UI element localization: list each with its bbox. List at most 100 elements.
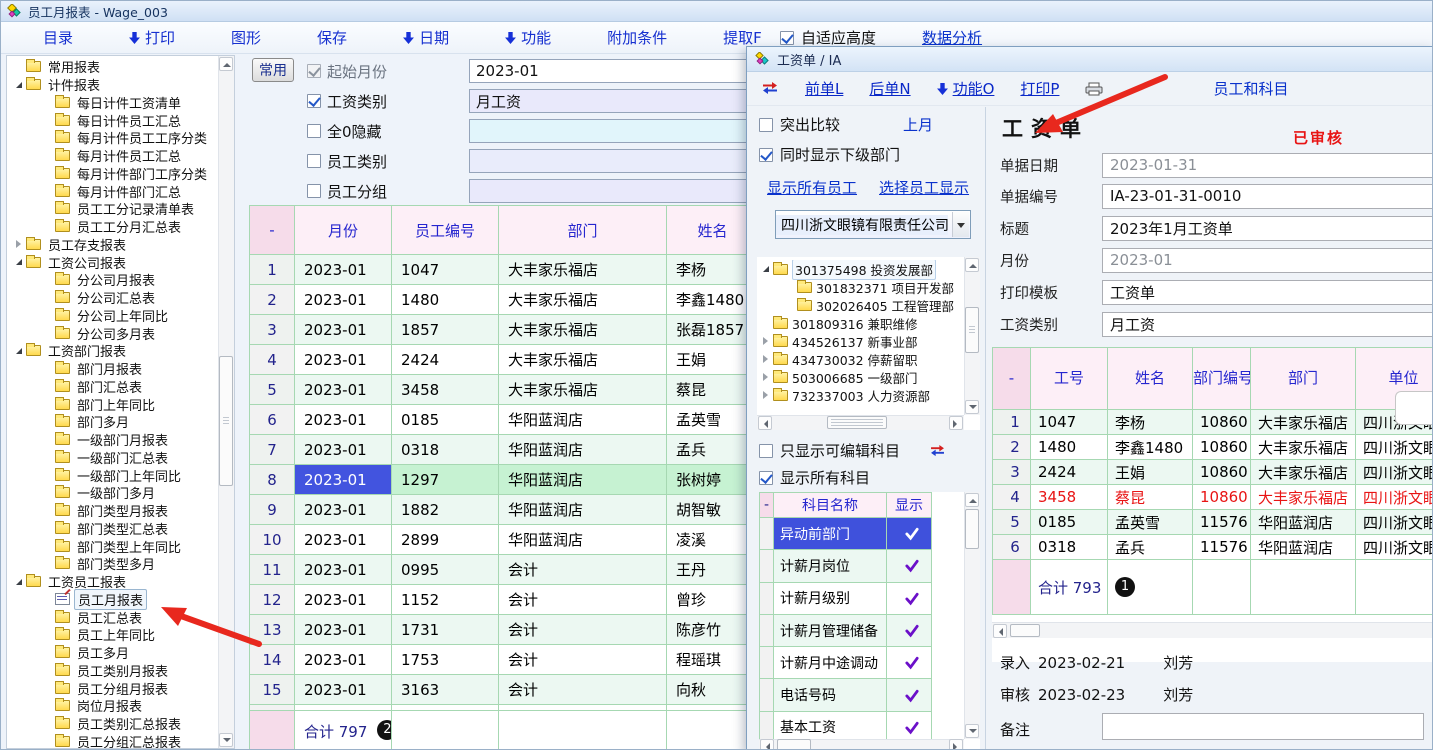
cell[interactable]: 2023-01 [295, 585, 392, 615]
show-sub-dept-toggle[interactable]: 同时显示下级部门 [759, 144, 900, 165]
cell[interactable]: 华阳蓝润店 [499, 435, 667, 465]
tree-item[interactable]: 工资员工报表 [7, 573, 218, 591]
cell[interactable]: 大丰家乐福店 [499, 375, 667, 405]
cell[interactable]: 华阳蓝润店 [499, 465, 667, 495]
cell[interactable]: 2023-01 [295, 315, 392, 345]
show-all-employees-link[interactable]: 显示所有员工 [767, 177, 857, 198]
corner-header[interactable]: - [993, 348, 1031, 410]
swap-icon[interactable] [761, 82, 779, 95]
subject-row[interactable]: 计薪月中途调动 [760, 647, 932, 679]
table-row[interactable]: 32023-011857大丰家乐福店张磊1857 [250, 315, 747, 345]
tree-item[interactable]: 员工分组月报表 [7, 679, 218, 697]
cell[interactable]: 陈彦竹 [667, 615, 747, 645]
expand-icon[interactable] [759, 337, 772, 345]
cell[interactable]: 大丰家乐福店 [1251, 460, 1356, 485]
cell[interactable]: 大丰家乐福店 [499, 285, 667, 315]
cell[interactable]: 孟兵 [667, 435, 747, 465]
table-row[interactable]: 152023-013163会计向秋 [250, 675, 747, 705]
scroll-left-button[interactable] [758, 416, 772, 430]
scroll-up-button[interactable] [965, 258, 979, 272]
auto-height-checkbox[interactable] [780, 31, 794, 45]
cell[interactable]: 王娟 [667, 345, 747, 375]
expand-icon[interactable] [759, 391, 772, 399]
cell[interactable]: 2023-01 [295, 405, 392, 435]
cell[interactable]: 2023-01 [295, 525, 392, 555]
tree-item[interactable]: 员工分组汇总报表 [7, 733, 218, 749]
cell[interactable]: 2899 [392, 525, 499, 555]
tree-item[interactable]: 每日计件员工汇总 [7, 111, 218, 129]
cell[interactable]: 10860 [1193, 435, 1251, 460]
cell[interactable]: 四川浙文眼镜 [1356, 510, 1433, 535]
subject-show-cell[interactable] [887, 679, 932, 711]
tree-item[interactable]: 员工汇总表 [7, 608, 218, 626]
cell[interactable]: 2023-01 [295, 255, 392, 285]
table-row[interactable]: 122023-011152会计曾珍 [250, 585, 747, 615]
cell[interactable]: 1857 [392, 315, 499, 345]
cell[interactable]: 王丹 [667, 555, 747, 585]
tree-item[interactable]: 常用报表 [7, 58, 218, 76]
tree-item[interactable]: 工资部门报表 [7, 342, 218, 360]
cell[interactable]: 11576 [1193, 510, 1251, 535]
col-header-name[interactable]: 姓名 [1108, 348, 1193, 410]
collapse-icon[interactable] [12, 579, 25, 585]
prev-month-link[interactable]: 上月 [903, 114, 933, 135]
cell[interactable]: 1047 [1031, 410, 1108, 435]
scroll-thumb[interactable] [965, 509, 979, 549]
tree-item[interactable]: 一级部门多月 [7, 484, 218, 502]
cell[interactable]: 2023-01 [295, 375, 392, 405]
cell[interactable]: 曾珍 [667, 585, 747, 615]
cell[interactable]: 大丰家乐福店 [499, 345, 667, 375]
col-header-dept[interactable]: 部门 [499, 206, 667, 255]
cell[interactable]: 李鑫1480 [1108, 435, 1193, 460]
tree-item[interactable]: 每日计件工资清单 [7, 94, 218, 112]
col-header-month[interactable]: 月份 [295, 206, 392, 255]
cell[interactable]: 2023-01 [295, 435, 392, 465]
cell[interactable]: 会计 [499, 645, 667, 675]
collapse-icon[interactable] [12, 259, 25, 265]
title-input[interactable]: 2023年1月工资单 [1102, 216, 1433, 241]
tree-item[interactable]: 员工上年同比 [7, 626, 218, 644]
show-all-subjects-checkbox[interactable] [759, 471, 773, 485]
tree-item[interactable]: 分公司月报表 [7, 271, 218, 289]
scroll-left-button[interactable] [760, 739, 774, 750]
table-row[interactable]: 11047李杨10860大丰家乐福店四川浙文眼镜 [993, 410, 1433, 435]
scroll-thumb[interactable] [777, 739, 811, 750]
col-header-show[interactable]: 显示 [887, 493, 932, 518]
next-doc-button[interactable]: 后单N [869, 78, 910, 99]
scroll-up-button[interactable] [965, 493, 979, 507]
subject-hscrollbar[interactable] [759, 739, 964, 750]
tree-item[interactable]: 一级部门上年同比 [7, 466, 218, 484]
cell[interactable]: 1152 [392, 585, 499, 615]
subject-name[interactable]: 计薪月中途调动 [774, 647, 887, 679]
cell[interactable]: 华阳蓝润店 [1251, 535, 1356, 560]
table-row[interactable]: 112023-010995会计王丹 [250, 555, 747, 585]
cell[interactable]: 1753 [392, 645, 499, 675]
cell[interactable]: 0318 [1031, 535, 1108, 560]
dept-tree-hscrollbar[interactable] [757, 415, 964, 430]
collapse-icon[interactable] [12, 82, 25, 88]
col-header-dept[interactable]: 部门 [1251, 348, 1356, 410]
subject-name[interactable]: 异动前部门 [774, 518, 887, 550]
expand-icon[interactable] [759, 355, 772, 363]
tree-item[interactable]: 员工类别汇总报表 [7, 715, 218, 733]
tree-item[interactable]: 部门类型月报表 [7, 502, 218, 520]
main-window-titlebar[interactable]: 员工月报表 - Wage_003 [1, 1, 1432, 22]
scroll-thumb[interactable] [219, 356, 233, 486]
tree-item[interactable]: 每月计件员工工序分类 [7, 129, 218, 147]
cell[interactable]: 华阳蓝润店 [1251, 510, 1356, 535]
combo-dropdown-button[interactable] [952, 212, 969, 237]
cell[interactable]: 四川浙文眼镜 [1356, 535, 1433, 560]
subject-show-cell[interactable] [887, 582, 932, 614]
cell[interactable]: 华阳蓝润店 [499, 405, 667, 435]
subject-vscrollbar[interactable] [964, 492, 980, 739]
dept-tree-item[interactable]: 434526137 新事业部 [757, 332, 964, 350]
cell[interactable]: 蔡昆 [667, 375, 747, 405]
show-all-subjects-toggle[interactable]: 显示所有科目 [759, 467, 870, 488]
cell[interactable]: 胡智敏 [667, 495, 747, 525]
cell[interactable]: 2424 [1031, 460, 1108, 485]
subject-row[interactable]: 计薪月岗位 [760, 550, 932, 582]
emp-type-checkbox[interactable] [307, 154, 321, 168]
show-sub-dept-checkbox[interactable] [759, 148, 773, 162]
corner-header[interactable]: - [250, 206, 295, 255]
cell[interactable]: 向秋 [667, 675, 747, 705]
